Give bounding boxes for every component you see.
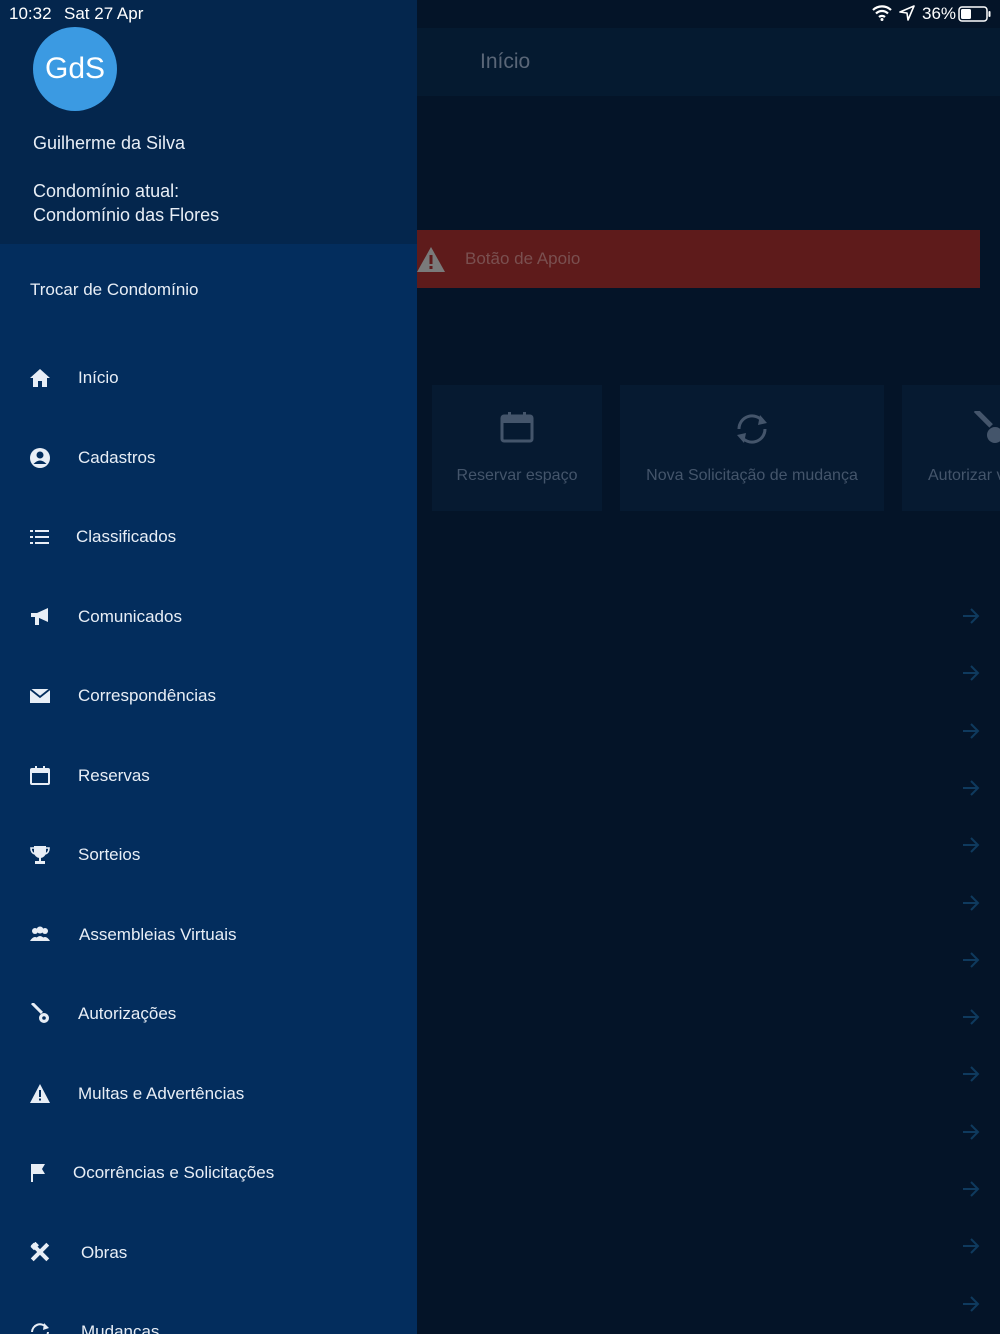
support-button-label: Botão de Apoio — [465, 249, 581, 268]
drawer-item-obras[interactable]: Obras — [0, 1224, 417, 1284]
list-arrow-icon — [960, 1235, 982, 1257]
list-arrow-icon — [960, 605, 982, 627]
drawer-item-label: Sorteios — [78, 845, 141, 864]
warning-icon — [29, 1083, 51, 1105]
navigation-drawer: GdS Guilherme da Silva Condomínio atual:… — [0, 0, 417, 1334]
drawer-item-label: Reservas — [78, 766, 150, 785]
drawer-item-autorizacoes[interactable]: Autorizações — [0, 985, 417, 1045]
list-arrow-icon — [960, 1293, 982, 1315]
drawer-item-ocorrencias[interactable]: Ocorrências e Solicitações — [0, 1144, 417, 1204]
user-circle-icon — [29, 447, 51, 469]
current-condo-label: Condomínio atual: — [33, 181, 180, 201]
drawer-item-label: Cadastros — [78, 448, 156, 467]
battery-percent: 36% — [922, 4, 957, 23]
home-icon — [29, 367, 51, 389]
status-bar: 10:32 Sat 27 Apr 36% — [0, 0, 1000, 28]
warning-icon — [416, 246, 446, 278]
quick-action-label: Autorizar v — [928, 467, 1000, 484]
envelope-icon — [29, 685, 51, 707]
drawer-item-label: Correspondências — [78, 686, 216, 705]
calendar-icon — [29, 765, 51, 787]
support-button[interactable]: Botão de Apoio — [414, 230, 980, 288]
battery-icon — [958, 6, 992, 27]
list-arrow-icon — [960, 1178, 982, 1200]
drawer-item-label: Início — [78, 368, 119, 387]
drawer-item-label: Comunicados — [78, 607, 182, 626]
flag-icon — [29, 1162, 51, 1184]
location-icon — [899, 5, 915, 26]
current-condo-name: Condomínio das Flores — [33, 205, 220, 225]
status-date: Sat 27 Apr — [64, 4, 144, 23]
key-icon — [29, 1001, 51, 1025]
drawer-item-inicio[interactable]: Início — [0, 349, 417, 409]
calendar-icon — [500, 411, 534, 448]
drawer-item-reservas[interactable]: Reservas — [0, 747, 417, 807]
avatar[interactable]: GdS — [33, 27, 117, 111]
page-title: Início — [480, 50, 531, 73]
list-arrow-icon — [960, 1006, 982, 1028]
drawer-item-label: Obras — [81, 1243, 128, 1262]
quick-action-authorize[interactable]: Autorizar v — [902, 385, 1000, 511]
list-arrow-icon — [960, 949, 982, 971]
drawer-item-label: Autorizações — [78, 1004, 177, 1023]
list-arrow-icon — [960, 892, 982, 914]
quick-action-moving-request[interactable]: Nova Solicitação de mudança — [620, 385, 884, 511]
wifi-icon — [872, 5, 892, 26]
user-name: Guilherme da Silva — [33, 133, 186, 153]
list-arrow-icon — [960, 777, 982, 799]
refresh-icon — [29, 1321, 51, 1334]
status-time: 10:32 — [9, 4, 52, 23]
quick-action-label: Reservar espaço — [456, 467, 578, 484]
list-arrow-icon — [960, 662, 982, 684]
trophy-icon — [29, 844, 51, 866]
list-arrow-icon — [960, 1063, 982, 1085]
list-arrow-icon — [960, 720, 982, 742]
drawer-item-classificados[interactable]: Classificados — [0, 508, 417, 568]
megaphone-icon — [29, 606, 51, 628]
drawer-item-label: Mudanças — [81, 1322, 160, 1334]
tools-icon — [29, 1241, 51, 1264]
quick-action-label: Nova Solicitação de mudança — [646, 467, 858, 484]
list-arrow-icon — [960, 834, 982, 856]
drawer-item-assembleias[interactable]: Assembleias Virtuais — [0, 906, 417, 966]
switch-condo-link[interactable]: Trocar de Condomínio — [30, 280, 199, 300]
drawer-item-correspondencias[interactable]: Correspondências — [0, 667, 417, 727]
drawer-item-multas[interactable]: Multas e Advertências — [0, 1065, 417, 1125]
group-icon — [29, 924, 51, 946]
drawer-item-cadastros[interactable]: Cadastros — [0, 429, 417, 489]
drawer-item-label: Assembleias Virtuais — [79, 925, 237, 944]
list-arrow-icon — [960, 1121, 982, 1143]
refresh-icon — [733, 411, 771, 452]
drawer-item-label: Multas e Advertências — [78, 1084, 245, 1103]
drawer-item-comunicados[interactable]: Comunicados — [0, 588, 417, 648]
drawer-item-mudancas[interactable]: Mudanças — [0, 1303, 417, 1334]
drawer-item-label: Ocorrências e Solicitações — [73, 1163, 275, 1182]
list-icon — [29, 526, 51, 548]
drawer-header: GdS Guilherme da Silva Condomínio atual:… — [0, 0, 417, 244]
key-icon — [971, 408, 1000, 452]
quick-action-reserve[interactable]: Reservar espaço — [432, 385, 602, 511]
drawer-item-label: Classificados — [76, 527, 177, 546]
drawer-item-sorteios[interactable]: Sorteios — [0, 826, 417, 886]
